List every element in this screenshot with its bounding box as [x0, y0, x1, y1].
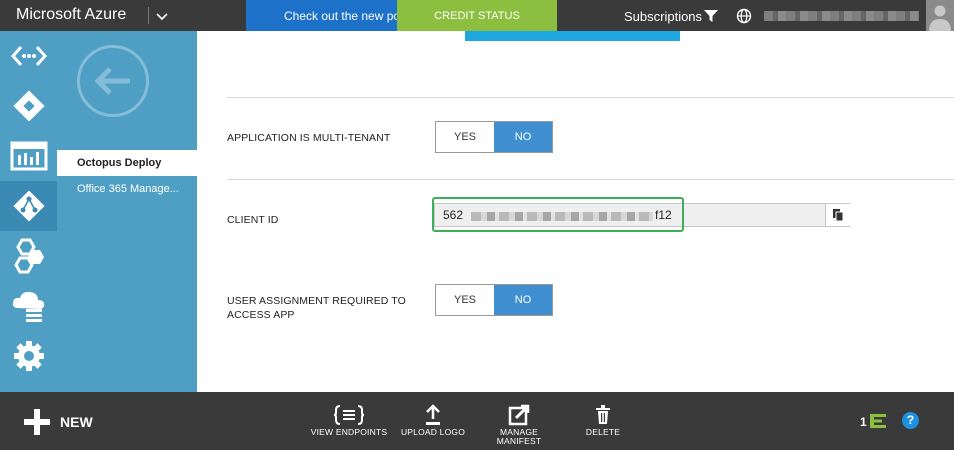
multi-tenant-toggle[interactable]: YES NO — [435, 121, 553, 153]
top-bar: Microsoft Azure Check out the new port C… — [0, 0, 954, 31]
command-bar: NEW VIEW ENDPOINTS UPLOAD LOGO MANAGE MA… — [0, 392, 954, 450]
notification-count: 1 — [860, 415, 867, 429]
user-assignment-label: USER ASSIGNMENT REQUIRED TO ACCESS APP — [227, 295, 406, 321]
copy-icon — [833, 209, 844, 222]
hex-services-icon — [13, 238, 44, 274]
arrow-left-icon — [94, 67, 130, 95]
subscriptions-link[interactable]: Subscriptions — [624, 9, 702, 24]
service-nav — [0, 31, 57, 392]
list-icon — [870, 414, 887, 428]
upload-logo-label: UPLOAD LOGO — [400, 427, 466, 437]
new-button[interactable]: NEW — [24, 409, 93, 435]
subnav-item-office365[interactable]: Office 365 Manage... — [57, 176, 197, 202]
user-account-name[interactable] — [764, 11, 919, 21]
multi-tenant-yes-option[interactable]: YES — [436, 122, 494, 152]
user-assignment-toggle[interactable]: YES NO — [435, 284, 553, 316]
client-id-value-start: 562 — [443, 208, 464, 222]
active-directory-icon — [12, 190, 45, 222]
apps-icon — [12, 90, 45, 122]
avatar[interactable] — [926, 0, 954, 31]
main-content: APPLICATION IS MULTI-TENANT YES NO CLIEN… — [197, 31, 954, 392]
brand-title[interactable]: Microsoft Azure — [16, 6, 126, 24]
nav-item-services[interactable] — [0, 231, 57, 281]
subnav-item-octopus-deploy[interactable]: Octopus Deploy — [57, 150, 197, 176]
endpoints-icon — [333, 405, 365, 425]
settings-icon — [13, 341, 44, 371]
divider — [227, 97, 954, 98]
view-endpoints-label: VIEW ENDPOINTS — [310, 427, 388, 437]
credit-status-button[interactable]: CREDIT STATUS — [397, 0, 557, 31]
cloud-service-icon — [12, 291, 44, 322]
view-endpoints-button[interactable]: VIEW ENDPOINTS — [304, 402, 394, 437]
delete-button[interactable]: DELETE — [558, 402, 648, 437]
directory-subnav: Octopus Deploy Office 365 Manage... — [57, 31, 197, 392]
client-id-label: CLIENT ID — [227, 214, 279, 226]
nav-item-apps[interactable] — [0, 81, 57, 131]
active-tab-indicator — [465, 31, 680, 41]
globe-icon[interactable] — [736, 8, 752, 24]
plus-icon — [24, 409, 50, 435]
manage-manifest-button[interactable]: MANAGE MANIFEST — [474, 402, 564, 446]
client-id-redacted — [471, 212, 653, 221]
manage-manifest-label: MANAGE MANIFEST — [496, 427, 542, 446]
trash-icon — [596, 405, 610, 424]
dashboard-icon — [10, 141, 47, 171]
help-icon[interactable]: ? — [902, 412, 919, 429]
promo-banner[interactable]: Check out the new port — [246, 0, 398, 31]
nav-item-active-directory[interactable] — [0, 181, 57, 231]
multi-tenant-label: APPLICATION IS MULTI-TENANT — [227, 132, 391, 144]
nav-item-code[interactable] — [0, 31, 57, 81]
chevron-down-icon[interactable] — [154, 8, 170, 24]
back-button[interactable] — [77, 45, 149, 117]
upload-icon — [426, 404, 440, 425]
nav-item-settings[interactable] — [0, 331, 57, 381]
delete-label: DELETE — [585, 427, 621, 437]
notifications-indicator[interactable]: 1 — [860, 414, 887, 429]
code-icon — [10, 46, 47, 66]
new-label: NEW — [60, 414, 93, 430]
divider — [227, 179, 954, 180]
nav-item-cloud-services[interactable] — [0, 281, 57, 331]
client-id-field[interactable]: 562 f12 — [434, 203, 850, 227]
multi-tenant-no-option[interactable]: NO — [494, 122, 552, 152]
upload-logo-button[interactable]: UPLOAD LOGO — [388, 402, 478, 437]
copy-button[interactable] — [825, 204, 850, 226]
brand-divider — [148, 7, 149, 24]
nav-item-dashboard[interactable] — [0, 131, 57, 181]
client-id-value-end: f12 — [655, 208, 672, 222]
user-silhouette-icon — [929, 5, 951, 31]
manifest-icon — [508, 404, 530, 426]
user-assignment-yes-option[interactable]: YES — [436, 285, 494, 315]
user-assignment-no-option[interactable]: NO — [494, 285, 552, 315]
filter-icon[interactable] — [703, 9, 719, 23]
